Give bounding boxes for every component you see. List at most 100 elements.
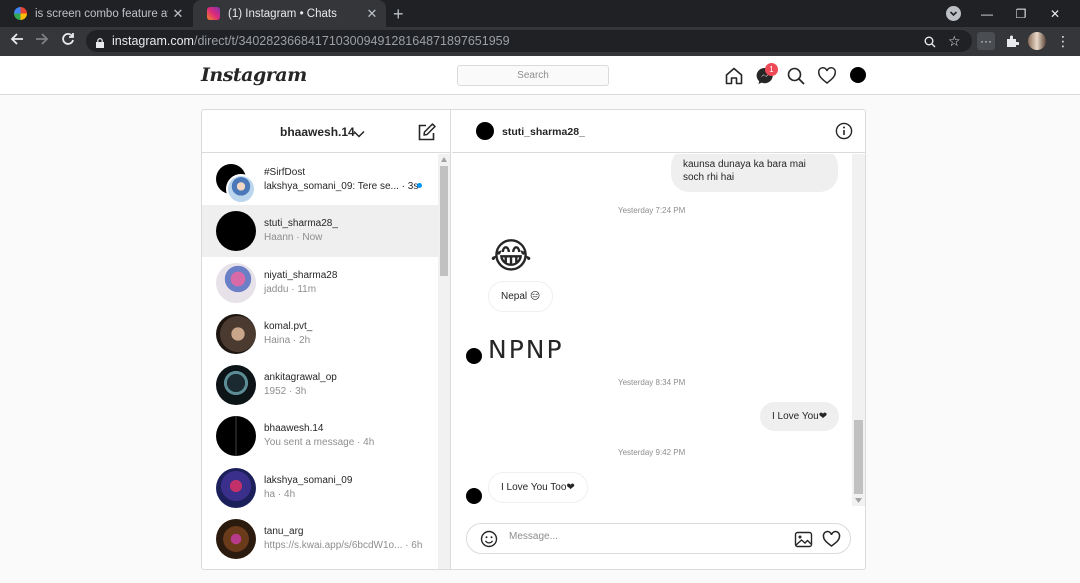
home-icon[interactable] [724,66,744,86]
thread-preview: lakshya_somani_09: Tere se... · 3s [264,181,419,192]
message-timestamp: Yesterday 8:34 PM [618,378,686,387]
message-bubble-incoming[interactable]: I Love You Too❤ [488,472,588,503]
tab-close-button[interactable]: ✕ [168,6,188,22]
browser-toolbar: instagram.com/direct/t/34028236684171030… [0,27,1080,56]
direct-inbox-panel: bhaawesh.14 #SirfDost lakshya_somani_09:… [201,109,866,570]
message-bubble-outgoing[interactable]: kaunsa dunaya ka bara mai soch rhi hai [671,154,838,192]
kebab-menu-icon[interactable]: ⋮ [1054,32,1072,50]
thread-preview: https://s.kwai.app/s/6bcdW1o... · 6h [264,540,423,552]
scrollbar-thumb[interactable] [854,420,863,494]
instagram-icon [207,7,220,20]
bookmark-star-icon[interactable]: ☆ [948,33,961,50]
back-arrow-icon[interactable] [10,32,24,50]
browser-tab-bar: is screen combo feature available ✕ (1) … [0,0,1080,27]
thread-item-stuti[interactable]: stuti_sharma28_ Haann · Now [202,205,438,257]
message-composer [466,523,851,554]
like-heart-icon[interactable] [822,530,841,554]
url-host: instagram.com [112,34,194,48]
instagram-header: Instagram Search [0,56,1080,95]
thread-preview: 1952 · 3h [264,386,307,398]
sender-avatar [466,488,482,504]
message-input[interactable] [509,531,769,542]
message-scrollbar[interactable] [852,154,865,506]
thread-item-tanu[interactable]: tanu_arg https://s.kwai.app/s/6bcdW1o...… [202,513,438,564]
message-bubble-outgoing[interactable]: I Love You❤ [760,402,840,431]
tab-search-icon[interactable] [946,6,961,21]
zoom-search-icon[interactable] [924,35,936,53]
thread-name: stuti_sharma28_ [264,218,338,230]
thread-item-sirfdost[interactable]: #SirfDost lakshya_somani_09: Tere se... … [202,154,438,205]
instagram-logo[interactable]: Instagram [201,64,307,86]
avatar [216,313,256,354]
avatar [216,416,256,457]
puzzle-extensions-icon[interactable] [1003,32,1021,50]
laughing-emoji[interactable]: 😂 [490,236,532,276]
thread-item-komal[interactable]: komal.pvt_ Haina · 2h [202,308,438,359]
restore-icon[interactable]: ❐ [1004,7,1038,21]
thread-preview: ha · 4h [264,488,296,500]
image-upload-icon[interactable] [794,530,813,554]
lock-icon [96,37,104,48]
window-controls: — ❐ ✕ [970,0,1072,27]
sender-avatar [466,348,482,364]
google-icon [14,7,27,20]
thread-item-niyati[interactable]: niyati_sharma28 jaddu · 11m [202,257,438,308]
thread-list: #SirfDost lakshya_somani_09: Tere se... … [202,154,438,569]
thread-item-bhaawesh[interactable]: bhaawesh.14 You sent a message · 4h [202,410,438,461]
thread-name: #SirfDost [264,167,306,178]
tab-instagram[interactable]: (1) Instagram • Chats ✕ [193,0,386,27]
forward-arrow-icon[interactable] [35,32,49,50]
message-bubble-incoming[interactable]: Nepal 😑 [488,281,554,312]
thread-preview: Haann · Now [264,232,323,244]
reload-icon[interactable] [61,32,75,50]
unread-dot [417,183,422,188]
thread-list-header: bhaawesh.14 [202,110,451,153]
info-icon[interactable] [835,122,853,145]
minimize-icon[interactable]: — [970,7,1004,21]
avatar [216,467,256,508]
profile-avatar[interactable] [850,67,866,83]
extension-icon[interactable]: ··· [977,32,995,50]
thread-name: tanu_arg [264,526,304,538]
message-list: kaunsa dunaya ka bara mai soch rhi hai Y… [452,154,852,506]
avatar [216,211,256,252]
group-avatar [226,174,256,204]
thread-name: bhaawesh.14 [264,423,324,435]
thread-list-column: bhaawesh.14 #SirfDost lakshya_somani_09:… [202,110,451,569]
thread-preview: Haina · 2h [264,334,311,346]
url-path: /direct/t/340282366841710300949128164871… [193,34,510,48]
explore-search-icon[interactable] [786,66,806,86]
tab-close-button[interactable]: ✕ [362,6,382,22]
thread-name: lakshya_somani_09 [264,474,353,486]
chevron-down-icon[interactable] [353,126,365,144]
new-tab-button[interactable]: + [393,4,404,25]
message-timestamp: Yesterday 9:42 PM [618,448,686,457]
profile-avatar-icon[interactable] [1028,32,1046,50]
tab-title: (1) Instagram • Chats [228,7,337,20]
thread-list-scrollbar[interactable] [438,154,450,569]
message-timestamp: Yesterday 7:24 PM [618,206,686,215]
avatar [216,519,256,560]
account-switcher-label[interactable]: bhaawesh.14 [280,125,355,139]
thread-name: komal.pvt_ [264,320,313,332]
new-message-icon[interactable] [417,122,437,147]
thread-name: niyati_sharma28 [264,269,338,281]
close-window-icon[interactable]: ✕ [1038,7,1072,21]
tab-title: is screen combo feature available [35,7,168,20]
scrollbar-thumb[interactable] [440,166,448,276]
avatar[interactable] [476,122,494,140]
address-bar[interactable]: instagram.com/direct/t/34028236684171030… [86,30,972,52]
activity-heart-icon[interactable] [817,66,837,86]
tab-google-search[interactable]: is screen combo feature available ✕ [0,0,192,27]
message-large-text[interactable]: NPNP [488,335,564,364]
emoji-picker-icon[interactable] [480,530,498,553]
thread-name: ankitagrawal_op [264,372,337,384]
thread-item-lakshya[interactable]: lakshya_somani_09 ha · 4h [202,462,438,513]
avatar [216,365,256,406]
chat-header: stuti_sharma28_ [452,110,865,153]
avatar [216,262,256,303]
search-input[interactable]: Search [457,65,609,86]
chat-recipient-name[interactable]: stuti_sharma28_ [502,126,585,138]
thread-item-ankit[interactable]: ankitagrawal_op 1952 · 3h [202,359,438,410]
thread-preview: jaddu · 11m [264,283,317,295]
